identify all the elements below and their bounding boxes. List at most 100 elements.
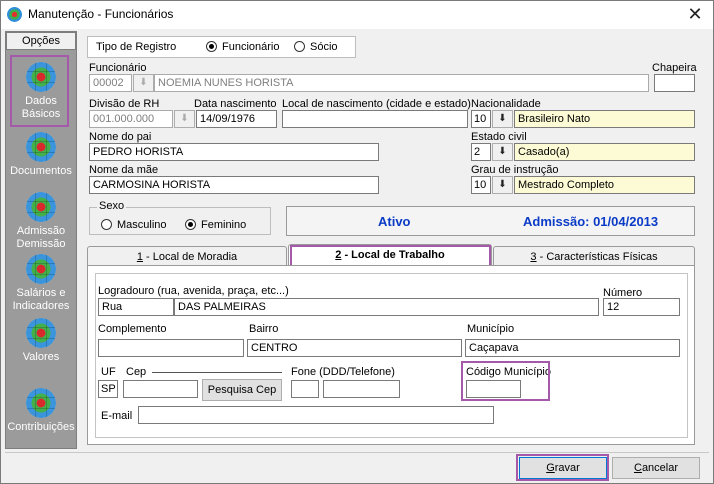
divisao-label: Divisão de RH xyxy=(89,98,160,110)
chapeira-label: Chapeira xyxy=(652,62,697,74)
selection-highlight-gravar xyxy=(516,454,609,481)
radio-icon xyxy=(185,219,196,230)
radio-icon xyxy=(101,219,112,230)
sidebar-item-label: Admissão Demissão xyxy=(16,225,66,250)
footer-divider xyxy=(5,452,709,453)
globe-icon xyxy=(26,132,56,162)
divisao-lookup-button[interactable]: ⬇ xyxy=(174,110,195,128)
radio-funcionario[interactable]: Funcionário xyxy=(206,41,279,53)
funcionario-code-field[interactable]: 00002 xyxy=(89,74,132,92)
radio-socio[interactable]: Sócio xyxy=(294,41,338,53)
globe-icon xyxy=(26,254,56,284)
lookup-arrow-icon: ⬇ xyxy=(180,113,189,124)
sidebar-item-label: Contribuições xyxy=(7,421,75,433)
uf-field[interactable]: SP xyxy=(98,380,118,398)
radio-label: Feminino xyxy=(201,219,247,231)
sidebar-item-contribuicoes[interactable]: Contribuições xyxy=(6,388,76,434)
status-ativo: Ativo xyxy=(378,214,411,229)
estado-civil-lookup-button[interactable]: ⬇ xyxy=(492,143,513,161)
municipio-field[interactable]: Caçapava xyxy=(465,339,680,357)
divisao-field[interactable]: 001.000.000 xyxy=(89,110,173,128)
uf-label: UF xyxy=(101,366,116,378)
email-field[interactable] xyxy=(138,406,494,424)
lookup-arrow-icon: ⬇ xyxy=(139,77,148,88)
nascimento-label: Data nascimento xyxy=(194,98,277,110)
nacionalidade-label: Nacionalidade xyxy=(471,98,541,110)
globe-icon xyxy=(26,388,56,418)
local-nascimento-field[interactable] xyxy=(282,110,468,128)
radio-icon xyxy=(206,41,217,52)
nascimento-field[interactable]: 14/09/1976 xyxy=(196,110,277,128)
radio-label: Masculino xyxy=(117,219,167,231)
sidebar-item-documentos[interactable]: Documentos xyxy=(6,132,76,178)
instrucao-lookup-button[interactable]: ⬇ xyxy=(492,176,513,194)
funcionario-lookup-button[interactable]: ⬇ xyxy=(133,74,154,92)
registro-group: Tipo de Registro Funcionário Sócio xyxy=(87,36,356,58)
button-mnemonic: C xyxy=(633,462,642,474)
radio-label: Funcionário xyxy=(222,41,280,53)
selection-highlight-dados-basicos xyxy=(10,55,69,127)
radio-masculino[interactable]: Masculino xyxy=(101,219,167,231)
instrucao-code-field[interactable]: 10 xyxy=(471,176,491,194)
mae-label: Nome da mãe xyxy=(89,164,159,176)
complemento-label: Complemento xyxy=(98,323,167,335)
tab-label: - Local de Moradia xyxy=(142,251,238,263)
lookup-arrow-icon: ⬇ xyxy=(498,113,507,124)
estado-civil-field: Casado(a) xyxy=(514,143,695,161)
email-label: E-mail xyxy=(101,410,133,422)
cep-divider xyxy=(152,372,282,373)
mae-field[interactable]: CARMOSINA HORISTA xyxy=(89,176,379,194)
pai-field[interactable]: PEDRO HORISTA xyxy=(89,143,379,161)
window: Manutenção - Funcionários ✕ Opções Dados… xyxy=(0,0,714,484)
status-admissao: Admissão: 01/04/2013 xyxy=(523,214,659,229)
button-label: ancelar xyxy=(641,462,679,474)
municipio-label: Município xyxy=(467,323,515,335)
sidebar-item-valores[interactable]: Valores xyxy=(6,318,76,364)
numero-field[interactable]: 12 xyxy=(603,298,680,316)
sidebar-item-label: Salários e Indicadores xyxy=(12,287,70,312)
bairro-label: Bairro xyxy=(249,323,279,335)
close-icon[interactable]: ✕ xyxy=(677,1,713,29)
window-title: Manutenção - Funcionários xyxy=(28,7,174,21)
funcionario-name-field[interactable]: NOEMIA NUNES HORISTA xyxy=(154,74,649,92)
radio-feminino[interactable]: Feminino xyxy=(185,219,246,231)
funcionario-label: Funcionário xyxy=(89,62,147,74)
lookup-arrow-icon: ⬇ xyxy=(498,146,507,157)
sidebar-header: Opções xyxy=(6,32,76,50)
sidebar-item-label: Documentos xyxy=(10,165,72,177)
nacionalidade-code-field[interactable]: 10 xyxy=(471,110,491,128)
registro-label: Tipo de Registro xyxy=(96,41,177,53)
radio-label: Sócio xyxy=(310,41,338,53)
instrucao-label: Grau de instrução xyxy=(471,164,559,176)
telefone-field[interactable] xyxy=(323,380,400,398)
radio-icon xyxy=(294,41,305,52)
cep-label: Cep xyxy=(126,366,147,378)
globe-icon xyxy=(26,318,56,348)
cancelar-button[interactable]: Cancelar xyxy=(612,457,700,479)
ddd-field[interactable] xyxy=(291,380,319,398)
sidebar-item-label: Valores xyxy=(22,351,60,363)
estado-civil-code-field[interactable]: 2 xyxy=(471,143,491,161)
logradouro-tipo-field[interactable]: Rua xyxy=(98,298,174,316)
nacionalidade-lookup-button[interactable]: ⬇ xyxy=(492,110,513,128)
sidebar-item-salarios[interactable]: Salários e Indicadores xyxy=(6,254,76,313)
instrucao-field: Mestrado Completo xyxy=(514,176,695,194)
pesquisa-cep-button[interactable]: Pesquisa Cep xyxy=(202,379,282,401)
estado-civil-label: Estado civil xyxy=(471,131,527,143)
logradouro-field[interactable]: DAS PALMEIRAS xyxy=(174,298,599,316)
local-nascimento-label: Local de nascimento (cidade e estado) xyxy=(282,98,471,110)
bairro-field[interactable]: CENTRO xyxy=(247,339,462,357)
sidebar-item-admissao-demissao[interactable]: Admissão Demissão xyxy=(6,192,76,251)
globe-icon xyxy=(26,192,56,222)
logradouro-label: Logradouro (rua, avenida, praça, etc...) xyxy=(98,285,289,297)
sexo-label: Sexo xyxy=(97,200,127,212)
chapeira-field[interactable] xyxy=(654,74,695,92)
pai-label: Nome do pai xyxy=(89,131,152,143)
complemento-field[interactable] xyxy=(98,339,244,357)
title-bar: Manutenção - Funcionários ✕ xyxy=(1,1,713,29)
lookup-arrow-icon: ⬇ xyxy=(498,179,507,190)
selection-highlight-codigo-municipio xyxy=(461,361,550,401)
nacionalidade-field: Brasileiro Nato xyxy=(514,110,695,128)
cep-field[interactable] xyxy=(123,380,198,398)
fone-label: Fone (DDD/Telefone) xyxy=(291,366,395,378)
